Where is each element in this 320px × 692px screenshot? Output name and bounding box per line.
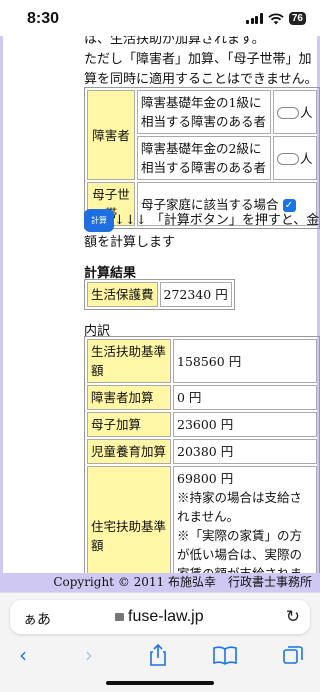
disabled-grade1-cell: 人 — [273, 90, 317, 134]
intro-line2: ただし「障害者」加算、「母子世帯」加算を同時に適用することはできません。 — [84, 52, 318, 87]
intro-line1: は、生活扶助が加算されます。 — [84, 36, 265, 47]
table-row: 母子加算 23600 円 — [87, 412, 317, 437]
breakdown-value: 20380 円 — [173, 439, 317, 464]
result-value: 272340 — [163, 287, 212, 302]
table-row: 児童養育加算 20380 円 — [87, 439, 317, 464]
result-unit: 円 — [215, 287, 228, 302]
text-size-button[interactable]: ぁあ — [23, 609, 51, 629]
table-row: 障害者加算 0 円 — [87, 385, 317, 410]
unit-label: 人 — [300, 104, 313, 120]
housing-note1: ※持家の場合は支給されません。 — [177, 490, 303, 524]
breakdown-label: 母子加算 — [87, 412, 171, 437]
browser-toolbar: ぁあ fuse-law.jp ↻ ‹ › — [0, 592, 320, 692]
status-bar: 8:30 76 — [0, 0, 320, 36]
table-row: 生活扶助基準額 158560 円 — [87, 339, 317, 383]
forward-icon[interactable]: › — [74, 643, 104, 667]
status-icons: 76 — [246, 12, 306, 25]
battery-icon: 76 — [288, 12, 306, 25]
conditions-table: 障害者 障害基礎年金の1級に相当する障害のある者 人 障害基礎年金の2級に相当す… — [84, 87, 320, 229]
web-page: は、生活扶助が加算されます。 ただし「障害者」加算、「母子世帯」加算を同時に適用… — [0, 36, 320, 592]
breakdown-value: 158560 円 — [173, 339, 317, 383]
wifi-icon — [268, 12, 284, 24]
breakdown-value: 0 円 — [173, 385, 317, 410]
result-table: 生活保護費 272340 円 — [84, 279, 235, 310]
copyright-footer: Copyright © 2011 布施弘幸 行政書士事務所 — [0, 573, 320, 592]
address-bar[interactable]: ぁあ fuse-law.jp ↻ — [10, 600, 310, 634]
unit-label: 人 — [300, 150, 313, 166]
intro-text: は、生活扶助が加算されます。 ただし「障害者」加算、「母子世帯」加算を同時に適用… — [84, 36, 320, 90]
share-icon[interactable] — [143, 643, 173, 667]
breakdown-label: 障害者加算 — [87, 385, 171, 410]
reload-icon[interactable]: ↻ — [286, 607, 300, 627]
lock-icon — [115, 613, 124, 621]
page-frame-left — [0, 36, 3, 592]
url-display: fuse-law.jp — [115, 608, 204, 626]
disabled-label: 障害者 — [87, 90, 135, 180]
home-indicator — [106, 681, 214, 685]
disabled-grade2-cell: 人 — [273, 136, 317, 180]
tabs-icon[interactable] — [278, 643, 308, 667]
disabled-grade2-desc: 障害基礎年金の2級に相当する障害のある者 — [137, 136, 271, 180]
result-label: 生活保護費 — [87, 282, 158, 307]
housing-value: 69800 円 — [177, 471, 234, 486]
calculate-button[interactable]: 計算 — [84, 209, 114, 232]
disabled-grade1-input[interactable] — [277, 107, 299, 119]
back-icon[interactable]: ‹ — [8, 643, 38, 667]
disabled-grade2-input[interactable] — [277, 153, 299, 165]
status-time: 8:30 — [27, 10, 60, 27]
calc-instruction-block: 計算 ↓↓↓ 「計算ボタン」を押すと、金額を計算します — [84, 209, 320, 253]
url-text: fuse-law.jp — [128, 608, 204, 625]
breakdown-table: 生活扶助基準額 158560 円 障害者加算 0 円 母子加算 23600 円 … — [84, 336, 320, 592]
breakdown-value: 23600 円 — [173, 412, 317, 437]
signal-icon — [246, 13, 263, 24]
breakdown-label: 児童養育加算 — [87, 439, 171, 464]
down-arrows: ↓↓↓ — [114, 213, 147, 228]
bookmarks-icon[interactable] — [210, 643, 240, 667]
disabled-grade1-desc: 障害基礎年金の1級に相当する障害のある者 — [137, 90, 271, 134]
result-value-cell: 272340 円 — [159, 282, 232, 307]
breakdown-label: 生活扶助基準額 — [87, 339, 171, 383]
